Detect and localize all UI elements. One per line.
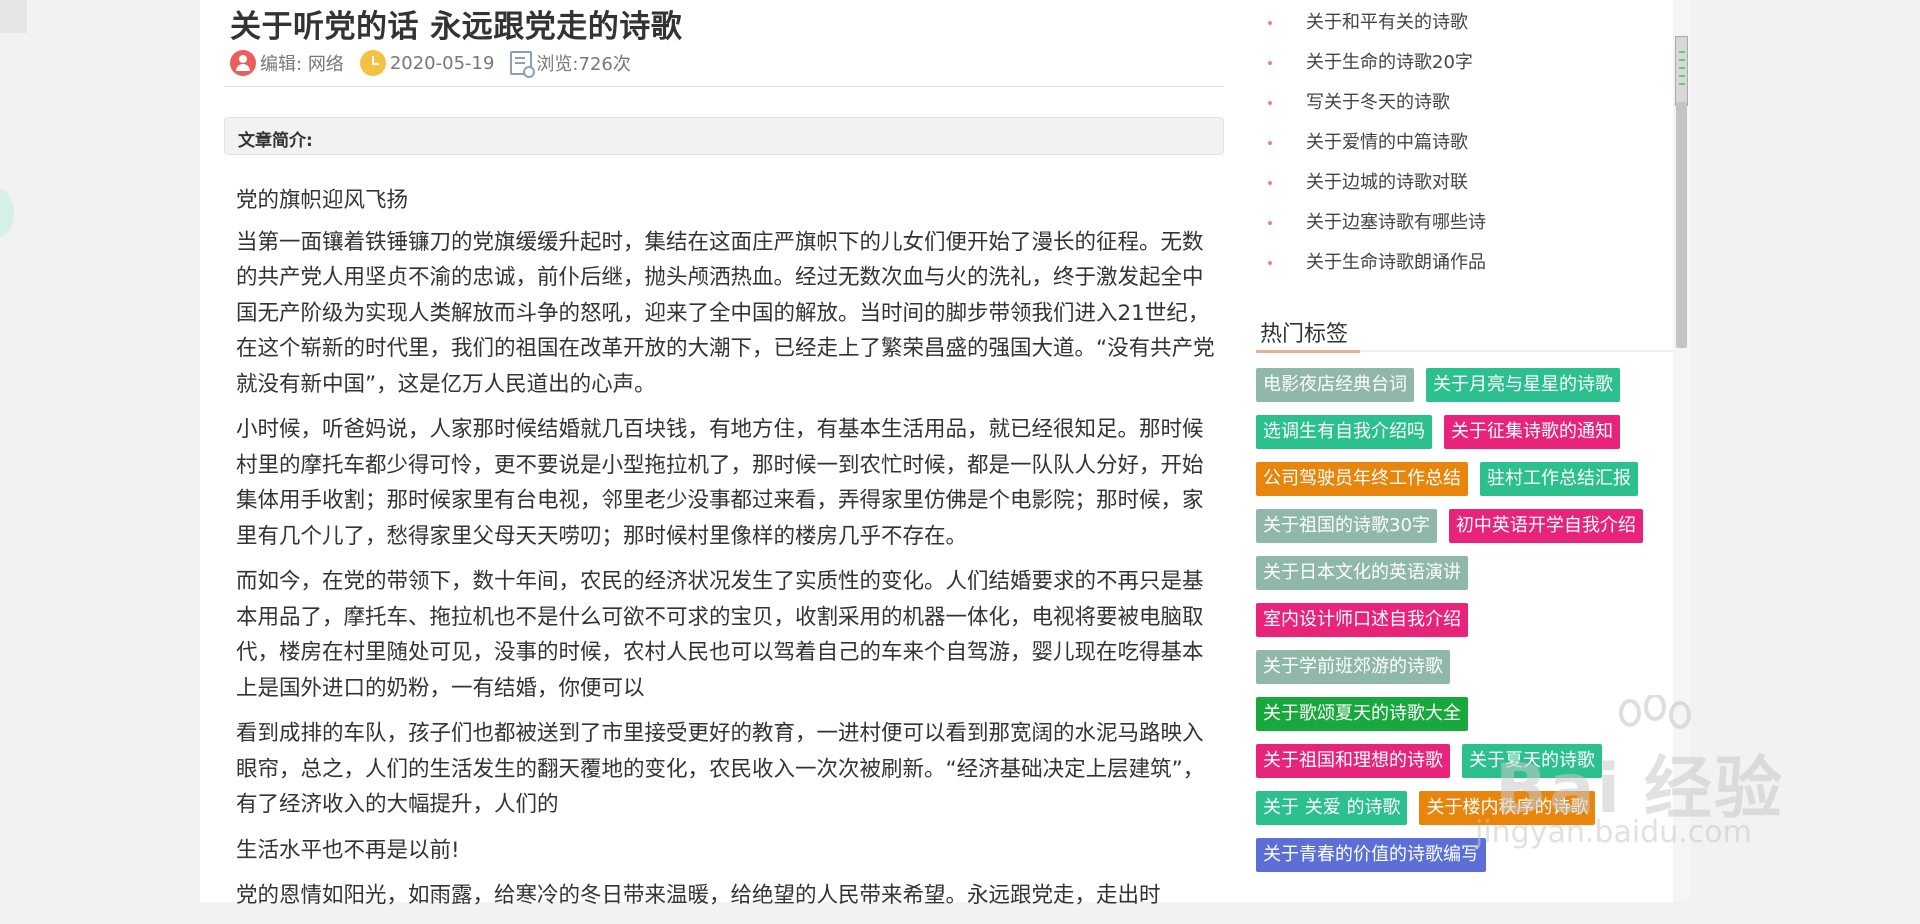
hot-tag[interactable]: 关于学前班郊游的诗歌 xyxy=(1256,650,1450,684)
hot-tag[interactable]: 选调生有自我介绍吗 xyxy=(1256,415,1432,449)
hot-tags-divider-accent xyxy=(1256,350,1360,353)
related-article-link[interactable]: 关于生命诗歌朗诵作品 xyxy=(1252,246,1486,286)
scrollbar-thumb[interactable] xyxy=(1676,102,1687,348)
related-article-label[interactable]: 关于生命的诗歌20字 xyxy=(1306,52,1473,73)
related-article-label[interactable]: 写关于冬天的诗歌 xyxy=(1306,92,1450,113)
bullet-dot xyxy=(1268,181,1272,185)
article-body: 党的旗帜迎风飞扬 当第一面镶着铁锤镰刀的党旗缓缓升起时，集结在这面庄严旗帜下的儿… xyxy=(236,183,1216,924)
article-paragraph: 看到成排的车队，孩子们也都被送到了市里接受更好的教育，一进村便可以看到那宽阔的水… xyxy=(236,721,1205,817)
meta-divider xyxy=(224,86,1224,87)
related-article-link[interactable]: 关于边塞诗歌有哪些诗 xyxy=(1252,206,1486,246)
related-article-link[interactable]: 关于爱情的中篇诗歌 xyxy=(1252,126,1486,166)
tag-row: 关于学前班郊游的诗歌 xyxy=(1256,650,1676,684)
tag-row: 关于日本文化的英语演讲 xyxy=(1256,556,1676,590)
scroll-minimap xyxy=(1675,36,1688,106)
bullet-dot xyxy=(1268,61,1272,65)
side-float-bubble[interactable] xyxy=(0,188,14,238)
tag-row: 电影夜店经典台词 关于月亮与星星的诗歌 xyxy=(1256,368,1676,402)
tag-row: 关于青春的价值的诗歌编写 xyxy=(1256,838,1676,872)
hot-tag[interactable]: 公司驾驶员年终工作总结 xyxy=(1256,462,1468,496)
related-article-label[interactable]: 关于爱情的中篇诗歌 xyxy=(1306,132,1468,153)
bullet-dot xyxy=(1268,101,1272,105)
related-article-label[interactable]: 关于生命诗歌朗诵作品 xyxy=(1306,252,1486,273)
related-article-label[interactable]: 关于和平有关的诗歌 xyxy=(1306,12,1468,33)
editor-name: 网络 xyxy=(307,54,344,75)
article-title: 关于听党的话 永远跟党走的诗歌 xyxy=(230,9,683,45)
related-article-label[interactable]: 关于边塞诗歌有哪些诗 xyxy=(1306,212,1486,233)
bullet-dot xyxy=(1268,21,1272,25)
summary-box: 文章简介: xyxy=(224,117,1224,155)
view-count: 浏览:726次 xyxy=(536,54,631,75)
article-paragraph: 当第一面镶着铁锤镰刀的党旗缓缓升起时，集结在这面庄严旗帜下的儿女们便开始了漫长的… xyxy=(236,229,1215,397)
hot-tag[interactable]: 关于征集诗歌的通知 xyxy=(1444,415,1620,449)
bullet-dot xyxy=(1268,141,1272,145)
tag-row: 关于祖国和理想的诗歌 关于夏天的诗歌 xyxy=(1256,744,1676,778)
bullet-dot xyxy=(1268,261,1272,265)
hot-tag[interactable]: 初中英语开学自我介绍 xyxy=(1448,509,1643,543)
article-paragraph: 党的旗帜迎风飞扬 xyxy=(236,188,409,213)
hot-tag[interactable]: 关于 关爱 的诗歌 xyxy=(1256,791,1408,825)
hot-tag[interactable]: 关于祖国的诗歌30字 xyxy=(1256,509,1437,543)
tag-row: 选调生有自我介绍吗 关于征集诗歌的通知 xyxy=(1256,415,1676,449)
related-article-link[interactable]: 写关于冬天的诗歌 xyxy=(1252,86,1486,126)
article-paragraph: 而如今，在党的带领下，数十年间，农民的经济状况发生了实质性的变化。人们结婚要求的… xyxy=(236,569,1204,701)
related-article-link[interactable]: 关于边城的诗歌对联 xyxy=(1252,166,1486,206)
related-article-link[interactable]: 关于生命的诗歌20字 xyxy=(1252,46,1486,86)
summary-label: 文章简介: xyxy=(238,131,313,151)
bullet-dot xyxy=(1268,221,1272,225)
hot-tag[interactable]: 电影夜店经典台词 xyxy=(1256,368,1414,402)
editor-info: 编辑: 网络 xyxy=(230,50,344,76)
date-info: 2020-05-19 xyxy=(359,50,495,76)
tag-row: 关于 关爱 的诗歌 关于楼内秩序的诗歌 xyxy=(1256,791,1676,825)
tag-row: 关于祖国的诗歌30字 初中英语开学自我介绍 xyxy=(1256,509,1676,543)
hot-tag[interactable]: 关于月亮与星星的诗歌 xyxy=(1426,368,1620,402)
views-info: 浏览:726次 xyxy=(510,50,631,78)
article-meta: 编辑: 网络 2020-05-19 浏览:726次 xyxy=(230,50,647,78)
article-paragraph: 小时候，听爸妈说，人家那时候结婚就几百块钱，有地方住，有基本生活用品，就已经很知… xyxy=(236,417,1204,549)
hot-tag[interactable]: 关于日本文化的英语演讲 xyxy=(1256,556,1468,590)
hot-tag[interactable]: 关于青春的价值的诗歌编写 xyxy=(1256,838,1486,872)
hot-tag[interactable]: 关于楼内秩序的诗歌 xyxy=(1419,791,1596,825)
tag-row: 关于歌颂夏天的诗歌大全 xyxy=(1256,697,1676,731)
page-container: 关于听党的话 永远跟党走的诗歌 编辑: 网络 2020-05-19 浏览:726… xyxy=(200,0,1690,908)
hot-tag[interactable]: 关于夏天的诗歌 xyxy=(1462,744,1602,778)
hot-tags-cloud: 电影夜店经典台词 关于月亮与星星的诗歌 选调生有自我介绍吗 关于征集诗歌的通知 公司驾驶… xyxy=(1256,368,1676,885)
related-articles-list: 关于和平有关的诗歌 关于生命的诗歌20字 写关于冬天的诗歌 关于爱情的中篇诗歌 … xyxy=(1252,6,1486,286)
user-icon xyxy=(230,50,256,76)
hot-tags-title: 热门标签 xyxy=(1260,322,1349,347)
article-paragraph: 党的恩情如阳光，如雨露，给寒冷的冬日带来温暖，给绝望的人民带来希望。永远跟党走，… xyxy=(236,883,1161,908)
corner-placeholder xyxy=(0,0,27,33)
article-paragraph: 生活水平也不再是以前! xyxy=(236,837,460,863)
tag-row: 公司驾驶员年终工作总结 驻村工作总结汇报 xyxy=(1256,462,1676,496)
related-article-link[interactable]: 关于和平有关的诗歌 xyxy=(1252,6,1486,46)
tag-row: 室内设计师口述自我介绍 xyxy=(1256,603,1676,637)
clock-icon xyxy=(359,50,386,76)
publish-date: 2020-05-19 xyxy=(389,52,495,74)
hot-tag[interactable]: 驻村工作总结汇报 xyxy=(1480,462,1638,496)
scrollbar[interactable] xyxy=(1673,0,1690,902)
views-icon xyxy=(510,51,536,78)
editor-label: 编辑: xyxy=(260,54,303,75)
hot-tag[interactable]: 关于歌颂夏天的诗歌大全 xyxy=(1256,697,1468,731)
related-article-label[interactable]: 关于边城的诗歌对联 xyxy=(1306,172,1468,193)
hot-tag[interactable]: 室内设计师口述自我介绍 xyxy=(1256,603,1468,637)
hot-tag[interactable]: 关于祖国和理想的诗歌 xyxy=(1256,744,1450,778)
